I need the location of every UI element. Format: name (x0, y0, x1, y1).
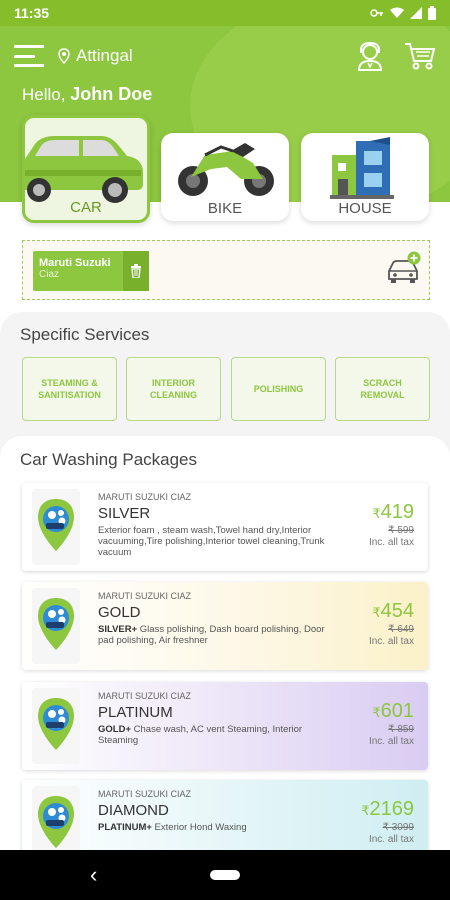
package-description: Exterior foam , steam wash,Towel hand dr… (98, 525, 338, 558)
system-nav-bar: ‹ (0, 850, 450, 900)
service-steaming-sanitisation[interactable]: Steaming & Sanitisation (22, 357, 117, 421)
tab-bike[interactable]: BIKE (161, 133, 289, 221)
location-selector[interactable]: Attingal (58, 46, 133, 66)
user-name: John Doe (70, 84, 153, 104)
package-tax-note: Inc. all tax (368, 537, 414, 548)
package-mrp: ₹ 3099 (382, 822, 414, 833)
package-tax-note: Inc. all tax (368, 636, 414, 647)
package-tax-note: Inc. all tax (368, 834, 414, 845)
location-pin-icon (58, 48, 70, 64)
package-car: Maruti Suzuki Ciaz (98, 591, 192, 601)
package-price-value: 454 (380, 600, 414, 622)
package-price: ₹454 (372, 600, 414, 623)
back-icon[interactable]: ‹ (90, 862, 97, 888)
service-polishing[interactable]: Polishing (231, 357, 326, 421)
greeting: Hello, John Doe (22, 84, 152, 105)
signal-icon (410, 7, 422, 19)
package-mrp: ₹ 599 (388, 525, 414, 536)
package-car: Maruti Suzuki Ciaz (98, 789, 192, 799)
package-mrp: ₹ 859 (388, 724, 414, 735)
package-description: PLATINUM+ Exterior Hond Waxing (98, 822, 338, 833)
vehicle-chip-text: Maruti Suzuki Ciaz (33, 251, 123, 291)
package-desc-text: Exterior Hond Waxing (151, 822, 247, 833)
service-interior-cleaning[interactable]: Interior Cleaning (126, 357, 221, 421)
package-tax-note: Inc. all tax (368, 736, 414, 747)
battery-icon (428, 6, 436, 20)
selected-vehicles: Maruti Suzuki Ciaz (22, 240, 430, 300)
package-prefix: GOLD+ (98, 724, 131, 735)
location-label: Attingal (76, 46, 133, 65)
trash-icon (131, 264, 141, 278)
currency-symbol: ₹ (372, 605, 381, 620)
currency-symbol: ₹ (361, 803, 370, 818)
package-prefix: SILVER+ (98, 624, 138, 635)
package-description: GOLD+ Chase wash, AC vent Steaming, Inte… (98, 724, 338, 746)
package-price: ₹419 (372, 501, 414, 524)
vehicle-make: Maruti Suzuki (39, 257, 111, 269)
tab-car[interactable]: CAR (22, 115, 150, 223)
package-car: Maruti Suzuki Ciaz (98, 691, 192, 701)
tab-house-label: HOUSE (338, 200, 392, 217)
package-car: Maruti Suzuki Ciaz (98, 492, 192, 502)
package-price: ₹601 (372, 700, 414, 723)
bike-icon (178, 143, 274, 196)
package-name: SILVER (98, 505, 151, 522)
package-name: GOLD (98, 604, 141, 621)
tab-bike-label: BIKE (207, 200, 243, 217)
package-prefix: PLATINUM+ (98, 822, 152, 833)
header-actions (356, 41, 436, 71)
status-icons (370, 6, 436, 20)
support-agent-icon[interactable] (356, 41, 384, 71)
add-vehicle-icon[interactable] (385, 251, 421, 285)
services-title: Specific Services (20, 325, 150, 344)
package-desc-text: Exterior foam , steam wash,Towel hand dr… (98, 525, 325, 558)
car-wash-logo-icon (32, 489, 80, 565)
package-card[interactable]: Maruti Suzuki Ciaz SILVER Exterior foam , … (22, 483, 428, 571)
status-bar: 11:35 (0, 0, 450, 26)
greeting-prefix: Hello, (22, 85, 66, 104)
currency-symbol: ₹ (372, 506, 381, 521)
package-mrp: ₹ 649 (388, 624, 414, 635)
tab-house[interactable]: HOUSE (301, 133, 429, 221)
service-scratch-removal[interactable]: Scrach Removal (335, 357, 430, 421)
package-name: DIAMOND (98, 802, 169, 819)
package-price-value: 419 (380, 501, 414, 523)
hamburger-menu-icon[interactable] (14, 45, 44, 67)
wifi-icon (390, 7, 404, 18)
cart-icon[interactable] (404, 42, 436, 70)
package-price: ₹2169 (361, 798, 414, 821)
vehicle-type-tabs: CAR BIKE HOUSE (20, 115, 432, 225)
packages-title: Car Washing Packages (20, 450, 198, 469)
house-icon (330, 137, 394, 199)
car-wash-logo-icon (32, 688, 80, 764)
package-price-value: 601 (380, 700, 414, 722)
delete-vehicle-button[interactable] (123, 251, 149, 291)
vpn-key-icon (370, 9, 383, 17)
car-wash-logo-icon (32, 588, 80, 664)
currency-symbol: ₹ (372, 705, 381, 720)
vehicle-model: Ciaz (39, 269, 60, 280)
status-time: 11:35 (14, 5, 50, 21)
package-card[interactable]: Maruti Suzuki Ciaz GOLD SILVER+ Glass poli… (22, 582, 428, 670)
package-card[interactable]: Maruti Suzuki Ciaz PLATINUM GOLD+ Chase wa… (22, 682, 428, 770)
package-name: PLATINUM (98, 704, 173, 721)
home-pill[interactable] (210, 870, 240, 880)
vehicle-chip[interactable]: Maruti Suzuki Ciaz (33, 251, 149, 291)
tab-car-label: CAR (70, 199, 102, 216)
package-price-value: 2169 (369, 798, 415, 820)
package-description: SILVER+ Glass polishing, Dash board poli… (98, 624, 338, 646)
top-nav: Attingal (0, 36, 450, 76)
